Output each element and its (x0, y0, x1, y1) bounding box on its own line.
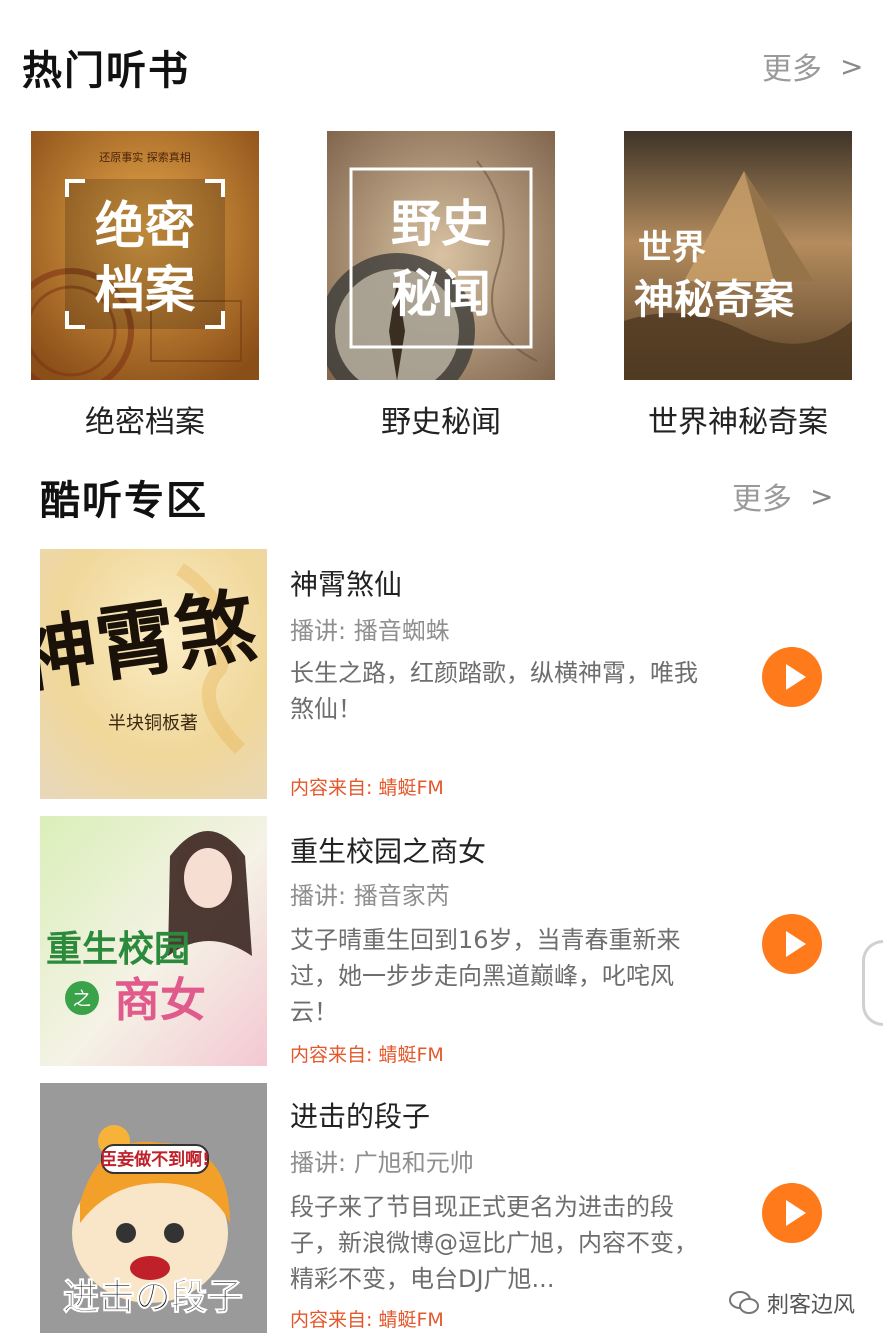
hot-section-title: 热门听书 (22, 48, 190, 94)
side-drawer-handle[interactable] (862, 940, 883, 1026)
chevron-right-icon: > (810, 479, 834, 513)
cool-more-link[interactable]: 更多 > (732, 474, 833, 518)
item-description: 长生之路，红颜踏歌，纵横神霄，唯我煞仙！ (290, 659, 698, 723)
play-button[interactable] (762, 1183, 822, 1243)
play-button[interactable] (762, 914, 822, 974)
svg-text:世界: 世界 (638, 228, 706, 268)
play-icon (786, 931, 806, 957)
item-narrator: 播讲: 播音家芮 (290, 882, 450, 910)
hot-item-card[interactable]: 野史 秘闻 野史秘闻 (327, 131, 555, 440)
svg-text:神秘奇案: 神秘奇案 (634, 277, 795, 323)
list-item[interactable]: 重生校园 之 商女 重生校园之商女 播讲: 播音家芮 艾子晴重生回到16岁，当青… (40, 816, 840, 1066)
svg-text:进击の段子: 进击の段子 (63, 1277, 243, 1318)
hot-item-cover: 野史 秘闻 (327, 131, 555, 380)
hot-item-cover: 世界 神秘奇案 (624, 131, 852, 380)
cool-section-header: 酷听专区 更多 > (0, 468, 883, 528)
item-title: 重生校园之商女 (290, 835, 487, 868)
play-icon (786, 664, 806, 690)
hot-cover-tag: 还原事实 探索真相 (99, 150, 191, 164)
item-description: 艾子晴重生回到16岁，当青春重新来过，她一步步走向黑道巅峰，叱咤风云！ (290, 926, 681, 1026)
svg-text:之: 之 (73, 989, 91, 1010)
item-narrator: 播讲: 广旭和元帅 (290, 1149, 474, 1177)
item-description: 段子来了节目现正式更名为进击的段子，新浪微博@逗比广旭，内容不变，精彩不变，电台… (290, 1193, 698, 1293)
more-label: 更多 (732, 482, 792, 517)
svg-text:野史: 野史 (391, 194, 491, 253)
hot-item-label: 世界神秘奇案 (648, 405, 828, 440)
hot-item-label: 绝密档案 (85, 405, 205, 440)
play-icon (786, 1200, 806, 1226)
item-title: 进击的段子 (290, 1100, 431, 1133)
svg-text:半块铜板著: 半块铜板著 (108, 713, 198, 734)
list-item-cover: 神霄煞 半块铜板著 (40, 549, 267, 799)
hot-section-header: 热门听书 更多 > (0, 38, 883, 98)
item-narrator: 播讲: 播音蜘蛛 (290, 617, 450, 645)
svg-text:档案: 档案 (95, 260, 196, 319)
hot-item-card[interactable]: 还原事实 探索真相 绝密 档案 绝密档案 (31, 131, 259, 440)
hot-item-cover: 还原事实 探索真相 绝密 档案 (31, 131, 259, 380)
item-source: 内容来自: 蜻蜓FM (290, 1044, 444, 1066)
list-item[interactable]: 臣妾做不到啊! 进击の段子 进击的段子 播讲: 广旭和元帅 段子来了节目现正式更… (40, 1083, 840, 1333)
hot-more-link[interactable]: 更多 > (762, 44, 863, 88)
item-title: 神霄煞仙 (290, 568, 403, 601)
watermark-text: 刺客边风 (766, 1293, 855, 1318)
hot-item-card[interactable]: 世界 神秘奇案 世界神秘奇案 (624, 131, 852, 440)
wechat-icon (728, 1291, 759, 1314)
list-item-cover: 臣妾做不到啊! 进击の段子 (40, 1083, 267, 1333)
svg-text:臣妾做不到啊!: 臣妾做不到啊! (100, 1149, 210, 1170)
cool-section-title: 酷听专区 (40, 478, 208, 524)
item-source: 内容来自: 蜻蜓FM (290, 1309, 444, 1331)
svg-text:秘闻: 秘闻 (391, 264, 491, 323)
svg-text:商女: 商女 (114, 973, 206, 1027)
chevron-right-icon: > (840, 49, 864, 83)
list-item[interactable]: 神霄煞 半块铜板著 神霄煞仙 播讲: 播音蜘蛛 长生之路，红颜踏歌，纵横神霄，唯… (40, 549, 840, 799)
more-label: 更多 (762, 52, 822, 87)
item-source: 内容来自: 蜻蜓FM (290, 777, 444, 799)
hot-item-label: 野史秘闻 (381, 405, 501, 440)
play-button[interactable] (762, 647, 822, 707)
list-item-cover: 重生校园 之 商女 (40, 816, 267, 1066)
svg-text:绝密: 绝密 (95, 196, 195, 255)
watermark: 刺客边风 (728, 1287, 855, 1319)
svg-text:重生校园: 重生校园 (46, 928, 190, 970)
